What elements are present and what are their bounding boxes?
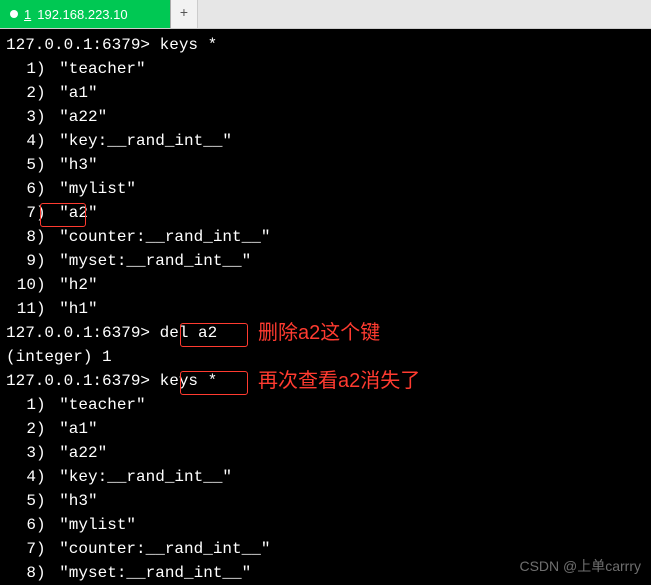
item-index: 7 (6, 201, 36, 225)
item-value: "key:__rand_int__" (55, 129, 232, 153)
tab-bar: 1 192.168.223.10 + (0, 0, 651, 29)
list-item: 3) "a22" (6, 105, 645, 129)
paren: ) (36, 273, 55, 297)
item-index: 6 (6, 177, 36, 201)
list-item: 11) "h1" (6, 297, 645, 321)
paren: ) (36, 441, 55, 465)
item-value: "myset:__rand_int__" (55, 561, 251, 585)
prompt-line: 127.0.0.1:6379> keys * (6, 369, 645, 393)
paren: ) (36, 105, 55, 129)
list-item: 7) "counter:__rand_int__" (6, 537, 645, 561)
item-value: "a1" (55, 81, 97, 105)
item-value: "h3" (55, 489, 97, 513)
list-item: 6) "mylist" (6, 513, 645, 537)
item-value: "a22" (55, 441, 107, 465)
item-value: "a1" (55, 417, 97, 441)
paren: ) (36, 417, 55, 441)
list-item: 8) "myset:__rand_int__" (6, 561, 645, 585)
paren: ) (36, 177, 55, 201)
list-item: 10) "h2" (6, 273, 645, 297)
paren: ) (36, 537, 55, 561)
tab-index: 1 (24, 7, 31, 22)
prompt: 127.0.0.1:6379> (6, 321, 160, 345)
tab-session-1[interactable]: 1 192.168.223.10 (0, 0, 171, 28)
item-index: 3 (6, 105, 36, 129)
list-item: 5) "h3" (6, 153, 645, 177)
list-item: 6) "mylist" (6, 177, 645, 201)
item-value: "teacher" (55, 57, 145, 81)
item-index: 3 (6, 441, 36, 465)
item-value: "mylist" (55, 177, 136, 201)
prompt-line: 127.0.0.1:6379> keys * (6, 33, 645, 57)
command-del: del a2 (160, 321, 218, 345)
item-index: 1 (6, 393, 36, 417)
item-index: 2 (6, 81, 36, 105)
item-index: 7 (6, 537, 36, 561)
item-value: "h2" (55, 273, 97, 297)
list-item: 1) "teacher" (6, 393, 645, 417)
command-keys: keys * (160, 33, 218, 57)
item-value: "teacher" (55, 393, 145, 417)
item-value: "a2" (55, 201, 97, 225)
window: 1 192.168.223.10 + 127.0.0.1:6379> keys … (0, 0, 651, 585)
item-value: "a22" (55, 105, 107, 129)
paren: ) (36, 249, 55, 273)
paren: ) (36, 81, 55, 105)
item-index: 11 (6, 297, 36, 321)
prompt: 127.0.0.1:6379> (6, 33, 160, 57)
paren: ) (36, 393, 55, 417)
item-value: "mylist" (55, 513, 136, 537)
item-index: 4 (6, 129, 36, 153)
item-value: "counter:__rand_int__" (55, 225, 270, 249)
paren: ) (36, 297, 55, 321)
paren: ) (36, 513, 55, 537)
list-item: 2) "a1" (6, 81, 645, 105)
item-index: 8 (6, 225, 36, 249)
list-item: 1) "teacher" (6, 57, 645, 81)
item-value: "h1" (55, 297, 97, 321)
list-item: 2) "a1" (6, 417, 645, 441)
list-item: 9) "myset:__rand_int__" (6, 249, 645, 273)
paren: ) (36, 201, 55, 225)
prompt-line: 127.0.0.1:6379> del a2 (6, 321, 645, 345)
tab-status-dot (10, 10, 18, 18)
terminal[interactable]: 127.0.0.1:6379> keys *1) "teacher"2) "a1… (0, 29, 651, 585)
item-value: "counter:__rand_int__" (55, 537, 270, 561)
list-item: 4) "key:__rand_int__" (6, 129, 645, 153)
add-tab-button[interactable]: + (171, 0, 198, 28)
response-integer: (integer) 1 (6, 345, 645, 369)
paren: ) (36, 153, 55, 177)
item-value: "h3" (55, 153, 97, 177)
item-index: 5 (6, 153, 36, 177)
item-index: 6 (6, 513, 36, 537)
paren: ) (36, 465, 55, 489)
tab-title: 192.168.223.10 (37, 7, 127, 22)
list-item: 7) "a2" (6, 201, 645, 225)
command-keys: keys * (160, 369, 218, 393)
item-index: 8 (6, 561, 36, 585)
list-item: 8) "counter:__rand_int__" (6, 225, 645, 249)
paren: ) (36, 561, 55, 585)
item-index: 1 (6, 57, 36, 81)
item-index: 9 (6, 249, 36, 273)
paren: ) (36, 489, 55, 513)
item-index: 2 (6, 417, 36, 441)
plus-icon: + (180, 6, 188, 22)
paren: ) (36, 129, 55, 153)
item-value: "myset:__rand_int__" (55, 249, 251, 273)
list-item: 5) "h3" (6, 489, 645, 513)
list-item: 3) "a22" (6, 441, 645, 465)
item-value: "key:__rand_int__" (55, 465, 232, 489)
paren: ) (36, 57, 55, 81)
item-index: 4 (6, 465, 36, 489)
list-item: 4) "key:__rand_int__" (6, 465, 645, 489)
paren: ) (36, 225, 55, 249)
item-index: 10 (6, 273, 36, 297)
item-index: 5 (6, 489, 36, 513)
prompt: 127.0.0.1:6379> (6, 369, 160, 393)
